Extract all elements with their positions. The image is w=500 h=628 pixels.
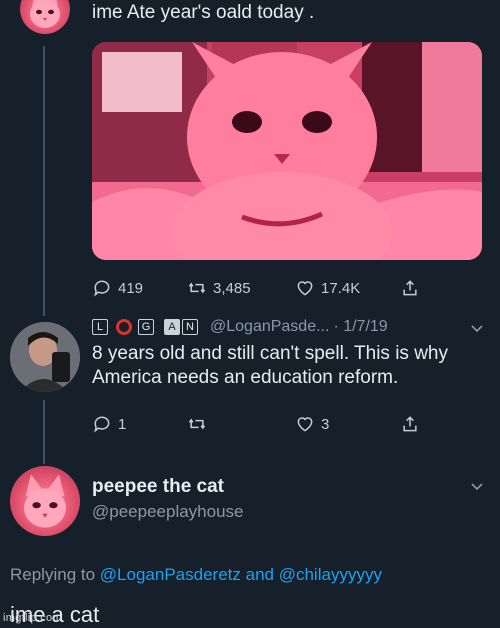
heart-icon — [297, 281, 313, 296]
mention-link[interactable]: @LoganPasderetz — [100, 565, 241, 584]
badge: N — [182, 319, 198, 335]
like-count: 17.4K — [321, 279, 361, 297]
like-action[interactable]: 3 — [295, 414, 400, 434]
display-name[interactable]: peepee the cat — [92, 476, 224, 498]
heart-icon — [297, 417, 313, 432]
reply-icon — [94, 280, 110, 297]
chevron-down-icon[interactable] — [470, 480, 484, 494]
mention-link[interactable]: @chilayyyyyy — [279, 565, 382, 584]
badge: A — [164, 319, 180, 335]
reply-handle[interactable]: @LoganPasde... — [210, 318, 329, 336]
share-icon — [403, 280, 417, 296]
share-action[interactable] — [400, 278, 420, 298]
reply-count: 419 — [118, 279, 144, 297]
thread-line — [43, 46, 45, 316]
share-action[interactable] — [400, 414, 420, 434]
user-handle[interactable]: @peepeeplayhouse — [92, 502, 244, 522]
like-action[interactable]: 17.4K — [295, 278, 400, 298]
ring-icon — [116, 319, 132, 335]
reply-date: · 1/7/19 — [333, 318, 388, 335]
tweet-actions: 419 3,485 17.4K — [92, 278, 420, 298]
badge: L — [92, 319, 108, 335]
retweet-action[interactable] — [187, 414, 295, 434]
avatar[interactable] — [10, 322, 80, 392]
replying-to: Replying to @LoganPasderetz and @chilayy… — [10, 565, 382, 585]
avatar[interactable] — [10, 466, 80, 536]
thread-line — [43, 400, 45, 464]
tweet-text: ime Ate year's oald today . — [92, 2, 315, 23]
reply-action[interactable]: 419 — [92, 278, 187, 298]
reply-actions: 1 3 — [92, 414, 420, 434]
reply-header: L G A N @LoganPasde... · 1/7/19 — [92, 318, 388, 336]
reply-count: 1 — [118, 415, 127, 433]
tweet-photo[interactable] — [92, 42, 482, 260]
avatar[interactable] — [20, 0, 70, 34]
share-icon — [403, 416, 417, 432]
badge: G — [138, 319, 154, 335]
reply-text: 8 years old and still can't spell. This … — [92, 343, 448, 388]
retweet-icon — [188, 282, 206, 294]
reply-icon — [94, 416, 110, 433]
mention-and: and — [245, 565, 274, 584]
like-count: 3 — [321, 415, 330, 433]
replying-label: Replying to — [10, 565, 96, 584]
retweet-count: 3,485 — [213, 279, 251, 297]
retweet-icon — [188, 418, 206, 430]
retweet-action[interactable]: 3,485 — [187, 278, 295, 298]
chevron-down-icon[interactable] — [470, 322, 484, 336]
reply-action[interactable]: 1 — [92, 414, 187, 434]
watermark: imgflip.com — [3, 612, 62, 624]
